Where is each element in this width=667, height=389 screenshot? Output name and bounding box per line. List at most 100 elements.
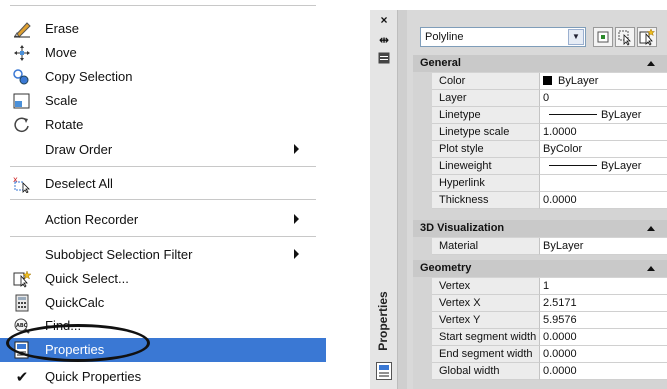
property-value[interactable]: ByColor <box>540 141 667 158</box>
menu-item-label: QuickCalc <box>45 295 105 310</box>
submenu-arrow-icon <box>294 144 299 154</box>
palette-menu-icon[interactable] <box>376 52 392 68</box>
menu-item-quick-select[interactable]: Quick Select... <box>0 267 326 291</box>
property-value[interactable]: 1 <box>540 278 667 295</box>
color-value: ByLayer <box>558 75 599 87</box>
property-name: Lineweight <box>432 158 540 175</box>
property-row-layer[interactable]: Layer 0 <box>432 90 667 107</box>
property-row-global-width[interactable]: Global width 0.0000 <box>432 363 667 380</box>
menu-item-label: Draw Order <box>45 142 113 157</box>
select-objects-button[interactable] <box>615 27 635 47</box>
linetype-preview <box>549 114 597 115</box>
property-row-vertex[interactable]: Vertex 1 <box>432 278 667 295</box>
menu-item-subobject-selection-filter[interactable]: Subobject Selection Filter <box>0 243 326 267</box>
quick-select-button[interactable] <box>637 27 657 47</box>
property-value[interactable]: 1.0000 <box>540 124 667 141</box>
linetype-value: ByLayer <box>601 109 642 121</box>
chevron-down-icon[interactable]: ▼ <box>568 29 584 45</box>
menu-separator <box>10 5 316 6</box>
menu-item-deselect-all[interactable]: x Deselect All <box>0 172 326 196</box>
submenu-arrow-icon <box>294 214 299 224</box>
property-row-vertex-y[interactable]: Vertex Y 5.9576 <box>432 312 667 329</box>
lineweight-preview <box>549 165 597 166</box>
scale-icon <box>12 92 32 110</box>
category-general[interactable]: General <box>413 55 667 72</box>
menu-item-rotate[interactable]: Rotate <box>0 113 326 137</box>
property-value[interactable]: 0.0000 <box>540 329 667 346</box>
property-name: Vertex Y <box>432 312 540 329</box>
menu-item-draw-order[interactable]: Draw Order <box>0 138 326 162</box>
collapse-icon[interactable] <box>647 266 655 271</box>
lineweight-value: ByLayer <box>601 160 642 172</box>
property-row-linetype-scale[interactable]: Linetype scale 1.0000 <box>432 124 667 141</box>
menu-item-label: Action Recorder <box>45 212 139 227</box>
property-name: Hyperlink <box>432 175 540 192</box>
property-value[interactable]: ByLayer <box>540 73 667 90</box>
eraser-icon <box>12 20 32 38</box>
menu-item-label: Quick Select... <box>45 271 129 286</box>
menu-item-label: Deselect All <box>45 176 113 191</box>
menu-item-label: Scale <box>45 93 78 108</box>
property-row-material[interactable]: Material ByLayer <box>432 238 667 255</box>
pickadd-icon <box>597 31 609 43</box>
property-value[interactable]: ByLayer <box>540 107 667 124</box>
context-menu: Erase Move Copy Selection Scale Rotate D… <box>0 0 326 389</box>
menu-separator <box>10 199 316 200</box>
copy-selection-icon <box>12 68 32 86</box>
palette-drag-strip[interactable] <box>398 10 407 389</box>
menu-item-erase[interactable]: Erase <box>0 17 326 41</box>
menu-item-scale[interactable]: Scale <box>0 89 326 113</box>
category-title: General <box>420 57 461 69</box>
property-value[interactable]: 5.9576 <box>540 312 667 329</box>
menu-item-label: Subobject Selection Filter <box>45 247 193 262</box>
property-row-thickness[interactable]: Thickness 0.0000 <box>432 192 667 209</box>
property-name: Vertex <box>432 278 540 295</box>
menu-separator <box>10 236 316 237</box>
close-icon[interactable]: × <box>376 12 392 28</box>
property-value[interactable]: ByLayer <box>540 238 667 255</box>
property-value[interactable]: 0.0000 <box>540 192 667 209</box>
object-type-dropdown[interactable]: Polyline ▼ <box>420 27 586 47</box>
property-grid: General Color ByLayer Layer 0 Linetype B… <box>413 55 667 389</box>
collapse-icon[interactable] <box>647 61 655 66</box>
property-row-color[interactable]: Color ByLayer <box>432 73 667 90</box>
property-value[interactable]: 0.0000 <box>540 363 667 380</box>
menu-item-copy-selection[interactable]: Copy Selection <box>0 65 326 89</box>
menu-item-action-recorder[interactable]: Action Recorder <box>0 208 326 232</box>
menu-item-label: Quick Properties <box>45 369 142 384</box>
palette-title-bar[interactable]: × ⇹ Properties <box>370 10 398 389</box>
property-value[interactable]: 2.5171 <box>540 295 667 312</box>
property-name: Material <box>432 238 540 255</box>
highlight-ellipse <box>6 324 150 362</box>
move-arrows-icon <box>12 44 32 62</box>
rotate-icon <box>12 116 32 134</box>
menu-item-label: Move <box>45 45 77 60</box>
property-row-linetype[interactable]: Linetype ByLayer <box>432 107 667 124</box>
menu-item-quickcalc[interactable]: QuickCalc <box>0 291 326 315</box>
property-row-plot-style[interactable]: Plot style ByColor <box>432 141 667 158</box>
property-name: Linetype <box>432 107 540 124</box>
auto-hide-icon[interactable]: ⇹ <box>376 32 392 48</box>
menu-item-quick-properties[interactable]: ✔ Quick Properties <box>0 365 326 389</box>
property-row-hyperlink[interactable]: Hyperlink <box>432 175 667 192</box>
toggle-pickadd-button[interactable] <box>593 27 613 47</box>
menu-item-move[interactable]: Move <box>0 41 326 65</box>
property-value[interactable]: ByLayer <box>540 158 667 175</box>
category-3d-visualization[interactable]: 3D Visualization <box>413 220 667 237</box>
menu-item-label: Rotate <box>45 117 84 132</box>
quick-select-icon <box>12 270 32 288</box>
property-row-vertex-x[interactable]: Vertex X 2.5171 <box>432 295 667 312</box>
property-value[interactable] <box>540 175 667 192</box>
property-name: Linetype scale <box>432 124 540 141</box>
property-row-lineweight[interactable]: Lineweight ByLayer <box>432 158 667 175</box>
category-geometry[interactable]: Geometry <box>413 260 667 277</box>
menu-separator <box>10 166 316 167</box>
calculator-icon <box>12 294 32 312</box>
property-name: Vertex X <box>432 295 540 312</box>
property-name: Thickness <box>432 192 540 209</box>
property-row-end-segment-width[interactable]: End segment width 0.0000 <box>432 346 667 363</box>
collapse-icon[interactable] <box>647 226 655 231</box>
property-value[interactable]: 0 <box>540 90 667 107</box>
property-row-start-segment-width[interactable]: Start segment width 0.0000 <box>432 329 667 346</box>
property-value[interactable]: 0.0000 <box>540 346 667 363</box>
